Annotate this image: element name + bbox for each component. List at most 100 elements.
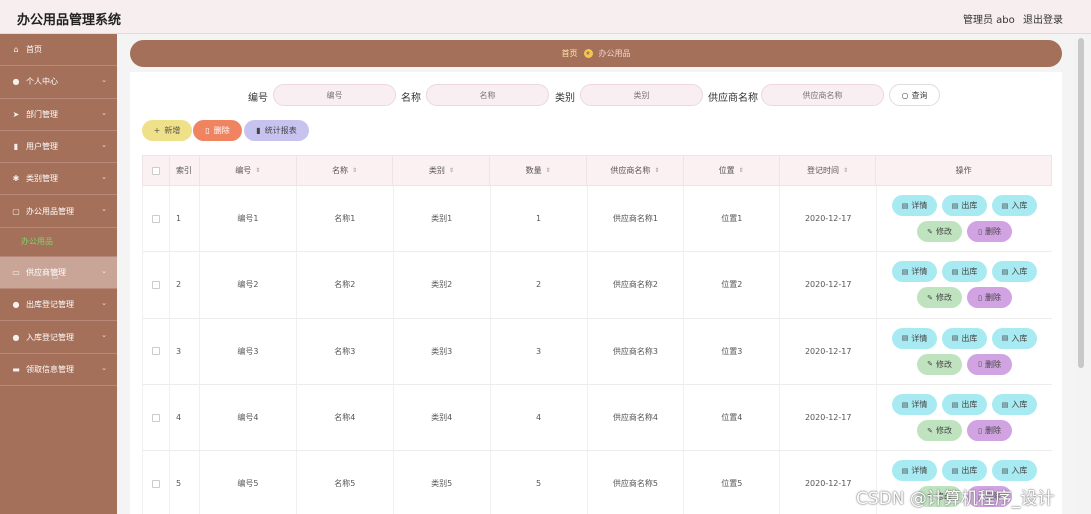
chevron-down-icon: ⌄ — [101, 331, 107, 340]
search-input-code[interactable] — [273, 84, 396, 106]
search-input-category[interactable] — [580, 84, 703, 106]
watermark: CSDN @计算机程序_设计 — [856, 489, 1055, 509]
sort-icon[interactable]: ⇕ — [739, 167, 744, 174]
row-quantity: 3 — [491, 318, 588, 384]
plus-icon: + — [153, 126, 161, 135]
stats-report-button[interactable]: ▮ 统计报表 — [244, 120, 309, 141]
document-icon: ▤ — [951, 334, 959, 343]
outbound-label: 出库 — [961, 400, 978, 410]
sidebar-item-outbound[interactable]: ● 出库登记管理 ⌄ — [0, 289, 117, 322]
sidebar-item-departments[interactable]: ➤ 部门管理 ⌄ — [0, 99, 117, 131]
remove-button[interactable]: ▯ 删除 — [967, 420, 1013, 442]
row-code: 编号4 — [200, 384, 297, 451]
detail-button[interactable]: ▤ 详情 — [892, 261, 938, 283]
document-icon: ▤ — [1001, 201, 1009, 210]
inbound-button[interactable]: ▤ 入库 — [992, 394, 1038, 416]
checkbox[interactable] — [151, 413, 160, 422]
outbound-button[interactable]: ▤ 出库 — [942, 195, 988, 217]
header-select-all[interactable] — [143, 156, 170, 185]
checkbox[interactable] — [151, 280, 160, 289]
header-location[interactable]: 位置 ⇕ — [684, 156, 780, 185]
row-location: 位置1 — [684, 186, 781, 252]
inbound-button[interactable]: ▤ 入库 — [992, 327, 1038, 349]
sidebar-subitem-office-supplies[interactable]: 办公用品 — [0, 228, 117, 257]
sort-icon[interactable]: ⇕ — [843, 167, 848, 174]
row-name: 名称5 — [297, 451, 394, 514]
mouse-cursor-icon: ☝ — [51, 268, 59, 283]
sidebar-item-inbound[interactable]: ● 入库登记管理 ⌄ — [0, 321, 117, 354]
search-button[interactable]: ○ 查询 — [889, 84, 940, 106]
detail-button[interactable]: ▤ 详情 — [892, 327, 938, 349]
row-select[interactable] — [143, 451, 170, 514]
checkbox[interactable] — [151, 479, 160, 488]
remove-button[interactable]: ▯ 删除 — [967, 353, 1013, 375]
sidebar-item-categories[interactable]: ✱ 类别管理 ⌄ — [0, 163, 117, 196]
checkbox[interactable] — [151, 214, 160, 223]
remove-button[interactable]: ▯ 删除 — [967, 287, 1013, 309]
sort-icon[interactable]: ⇕ — [449, 167, 454, 174]
detail-button[interactable]: ▤ 详情 — [892, 460, 938, 482]
remove-label: 删除 — [984, 227, 1001, 237]
row-select[interactable] — [143, 252, 170, 318]
search-input-supplier[interactable] — [761, 84, 884, 106]
row-supplier: 供应商名称4 — [588, 384, 685, 451]
outbound-button[interactable]: ▤ 出库 — [942, 261, 988, 283]
sort-icon[interactable]: ⇕ — [352, 167, 357, 174]
sidebar-item-home[interactable]: ⌂ 首页 — [0, 34, 117, 67]
outbound-button[interactable]: ▤ 出库 — [942, 327, 988, 349]
edit-button[interactable]: ✎ 修改 — [917, 221, 963, 243]
row-select[interactable] — [143, 318, 170, 384]
sort-icon[interactable]: ⇕ — [255, 167, 260, 174]
sidebar-item-label: 办公用品管理 — [26, 206, 74, 216]
header-label: 登记时间 — [806, 166, 839, 175]
edit-button[interactable]: ✎ 修改 — [917, 353, 963, 375]
top-bar: 办公用品管理系统 管理员 abo 退出登录 — [0, 0, 1091, 34]
row-quantity: 1 — [491, 186, 588, 252]
add-button[interactable]: + 新增 — [142, 120, 192, 141]
row-date: 2020-12-17 — [780, 186, 878, 252]
sidebar-item-personal-center[interactable]: ● 个人中心 ⌄ — [0, 66, 117, 99]
stats-button-label: 统计报表 — [264, 126, 297, 135]
breadcrumb-home[interactable]: 首页 — [562, 49, 578, 58]
checkbox[interactable] — [151, 347, 160, 356]
sort-icon[interactable]: ⇕ — [654, 167, 659, 174]
row-select[interactable] — [143, 186, 170, 252]
header-date[interactable]: 登记时间 ⇕ — [780, 156, 877, 185]
inbound-label: 入库 — [1011, 267, 1028, 277]
row-code: 编号3 — [200, 318, 297, 384]
outbound-label: 出库 — [961, 333, 978, 343]
sidebar-item-users[interactable]: ▮ 用户管理 ⌄ — [0, 131, 117, 164]
sidebar-item-receipts[interactable]: ▬ 领取信息管理 ⌄ — [0, 354, 117, 386]
sidebar-item-office-supplies[interactable]: ▢ 办公用品管理 ⌄ — [0, 195, 117, 228]
outbound-button[interactable]: ▤ 出库 — [942, 394, 988, 416]
send-icon: ➤ — [12, 109, 20, 119]
detail-button[interactable]: ▤ 详情 — [892, 394, 938, 416]
document-icon: ▤ — [901, 466, 909, 475]
edit-button[interactable]: ✎ 修改 — [917, 420, 963, 442]
outbound-button[interactable]: ▤ 出库 — [942, 460, 988, 482]
delete-button[interactable]: ▯ 删除 — [193, 120, 242, 141]
inbound-button[interactable]: ▤ 入库 — [992, 195, 1038, 217]
chevron-down-icon: ⌄ — [101, 266, 107, 275]
header-supplier[interactable]: 供应商名称 ⇕ — [587, 156, 684, 185]
inbound-button[interactable]: ▤ 入库 — [992, 261, 1038, 283]
row-select[interactable] — [143, 384, 170, 451]
inbound-button[interactable]: ▤ 入库 — [992, 460, 1038, 482]
search-label-category: 类别 — [555, 93, 575, 104]
sort-icon[interactable]: ⇕ — [546, 167, 551, 174]
row-actions: ▤ 详情 ▤ 出库 ▤ 入库 ✎ 修改 ▯ 删除 — [877, 186, 1052, 251]
row-index: 2 — [170, 252, 200, 318]
vertical-scrollbar[interactable] — [1078, 38, 1084, 368]
search-input-name[interactable] — [426, 84, 549, 106]
header-code[interactable]: 编号 ⇕ — [200, 156, 297, 185]
remove-button[interactable]: ▯ 删除 — [967, 221, 1013, 243]
table-row: 1 编号1 名称1 类别1 1 供应商名称1 位置1 2020-12-17 ▤ 详情 ▤ 出库 ▤ 入库 ✎… — [142, 186, 1052, 253]
header-category[interactable]: 类别 ⇕ — [393, 156, 491, 185]
header-name[interactable]: 名称 ⇕ — [297, 156, 394, 185]
edit-button[interactable]: ✎ 修改 — [917, 287, 963, 309]
header-quantity[interactable]: 数量 ⇕ — [490, 156, 588, 185]
document-icon: ▤ — [901, 334, 909, 343]
checkbox[interactable] — [151, 166, 160, 175]
logout-link[interactable]: 退出登录 — [1023, 11, 1063, 26]
detail-button[interactable]: ▤ 详情 — [892, 195, 938, 217]
